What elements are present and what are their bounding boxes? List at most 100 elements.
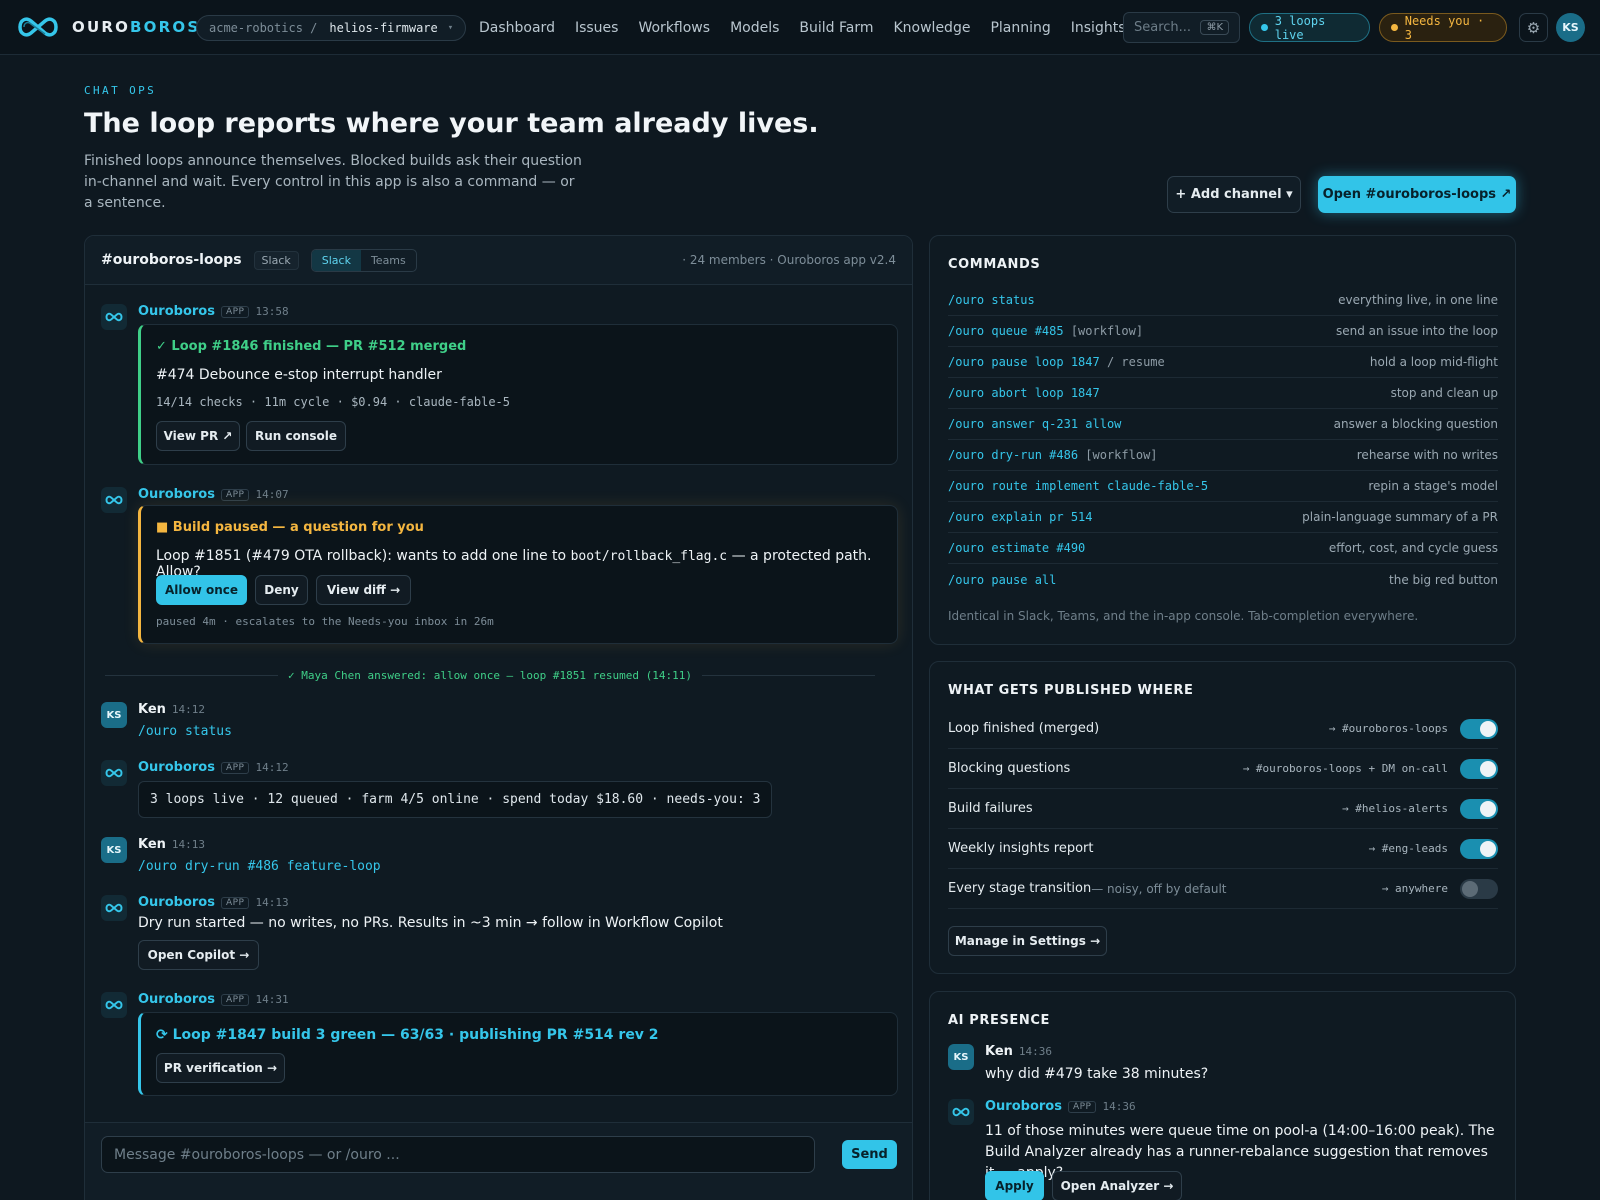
ouroboros-app-icon (101, 992, 127, 1018)
publish-toggle[interactable] (1460, 878, 1498, 899)
sender-name: Ouroboros (138, 760, 215, 775)
app-badge: APP (220, 896, 250, 909)
message-text: Dry run started — no writes, no PRs. Res… (138, 915, 723, 931)
command-description: send an issue into the loop (1335, 324, 1498, 338)
page-description: Finished loops announce themselves. Bloc… (84, 153, 582, 211)
message-input[interactable]: Message #ouroboros-loops — or /ouro ... (101, 1136, 815, 1173)
ouroboros-logo-icon (18, 17, 58, 37)
nav-insights[interactable]: Insights (1071, 20, 1126, 36)
card-title: ■ Build paused — a question for you (156, 520, 424, 535)
pr-verification-button[interactable]: PR verification → (156, 1053, 285, 1083)
command-name: /ouro dry-run #486 (948, 448, 1086, 462)
publish-row: Weekly insights report → #eng-leads (948, 829, 1498, 869)
command-description: the big red button (1389, 572, 1498, 587)
nav-issues[interactable]: Issues (575, 20, 619, 36)
nav-knowledge[interactable]: Knowledge (893, 20, 970, 36)
view-diff-button[interactable]: View diff → (316, 575, 411, 605)
repo-name: helios-firmware (329, 21, 438, 35)
command-text: /ouro pause loop 1847 / resume (948, 355, 1165, 369)
command-name: /ouro explain pr 514 (948, 510, 1093, 524)
command-row[interactable]: /ouro pause loop 1847 / resume hold a loo… (948, 347, 1498, 378)
command-row[interactable]: /ouro status everything live, in one line (948, 285, 1498, 316)
user-avatar[interactable]: KS (1556, 13, 1585, 42)
divider-line (105, 674, 279, 676)
command-row[interactable]: /ouro route implement claude-fable-5 repi… (948, 471, 1498, 502)
publish-panel: WHAT GETS PUBLISHED WHERE Loop finished … (929, 661, 1516, 974)
commands-panel: COMMANDS /ouro status everything live, in… (929, 235, 1516, 645)
publish-label: Blocking questions (948, 761, 1071, 776)
message-time: 14:36 (1102, 1100, 1136, 1113)
toggle-knob (1480, 760, 1496, 777)
command-row[interactable]: /ouro abort loop 1847 stop and clean up (948, 378, 1498, 409)
command-row[interactable]: /ouro dry-run #486 [workflow] rehearse wi… (948, 440, 1498, 471)
publish-toggle[interactable] (1460, 718, 1498, 739)
platform-toggle: Slack Teams (310, 248, 417, 272)
toggle-knob (1480, 720, 1496, 737)
publish-label: Weekly insights report (948, 841, 1094, 856)
card-stats: 14/14 checks · 11m cycle · $0.94 · claud… (156, 395, 511, 409)
command-row[interactable]: /ouro explain pr 514 plain-language summa… (948, 502, 1498, 533)
chat-message: Ouroboros APP 14:36 11 of those minutes … (948, 1099, 1498, 1200)
open-copilot-button[interactable]: Open Copilot → (138, 940, 259, 970)
panel-title: WHAT GETS PUBLISHED WHERE (948, 683, 1194, 698)
loops-live-pill[interactable]: 3 loops live (1249, 13, 1370, 42)
tab-slack[interactable]: Slack (311, 249, 361, 271)
open-analyzer-button[interactable]: Open Analyzer → (1052, 1171, 1182, 1200)
page-title: The loop reports where your team already… (84, 108, 819, 139)
publish-destination: → #ouroboros-loops (1328, 722, 1448, 735)
message-time: 13:58 (255, 305, 289, 318)
status-summary: 3 loops live · 12 queued · farm 4/5 onli… (138, 781, 773, 818)
run-console-button[interactable]: Run console (246, 421, 346, 451)
publish-row: Loop finished (merged) → #ouroboros-loops (948, 709, 1498, 749)
command-row[interactable]: /ouro answer q-231 allow answer a blockin… (948, 409, 1498, 440)
manage-settings-button[interactable]: Manage in Settings → (948, 926, 1107, 956)
send-button[interactable]: Send (842, 1140, 897, 1169)
command-row[interactable]: /ouro queue #485 [workflow] send an issue… (948, 316, 1498, 347)
main-nav: Dashboard Issues Workflows Models Build … (479, 0, 1126, 55)
tab-teams[interactable]: Teams (361, 250, 416, 271)
publish-toggle[interactable] (1460, 758, 1498, 779)
chevron-down-icon: ▾ (447, 23, 454, 33)
message-time: 14:31 (255, 993, 289, 1006)
message-composer: Message #ouroboros-loops — or /ouro ... … (85, 1122, 912, 1200)
command-row[interactable]: /ouro pause all the big red button (948, 564, 1498, 595)
publish-row: Build failures → #helios-alerts (948, 789, 1498, 829)
allow-once-button[interactable]: Allow once (156, 575, 247, 605)
channel-meta: · 24 members · Ouroboros app v2.4 (682, 253, 896, 267)
repo-org: acme-robotics / (209, 21, 318, 35)
loops-live-label: 3 loops live (1274, 13, 1326, 42)
sender-name: Ouroboros (985, 1099, 1062, 1114)
chat-message: Ouroboros APP 14:12 3 loops live · 12 qu… (101, 760, 898, 820)
nav-models[interactable]: Models (730, 20, 779, 36)
add-channel-button[interactable]: + Add channel ▾ (1167, 176, 1301, 213)
command-row[interactable]: /ouro estimate #490 effort, cost, and cyc… (948, 533, 1498, 564)
nav-planning[interactable]: Planning (990, 20, 1050, 36)
view-pr-button[interactable]: View PR ↗ (156, 421, 240, 451)
avatar: KS (101, 702, 127, 728)
nav-dashboard[interactable]: Dashboard (479, 20, 555, 36)
open-channel-button[interactable]: Open #ouroboros-loops ↗ (1318, 176, 1516, 213)
chat-message: KS Ken 14:36 why did #479 take 38 minute… (948, 1044, 1498, 1094)
nav-workflows[interactable]: Workflows (638, 20, 710, 36)
brand-logo[interactable]: OUROBOROS (14, 11, 200, 43)
chat-message: KS Ken 14:13 /ouro dry-run #486 feature-… (101, 837, 898, 882)
publish-toggle[interactable] (1460, 798, 1498, 819)
needs-you-pill[interactable]: Needs you · 3 (1379, 13, 1507, 42)
publish-label: Loop finished (merged) (948, 721, 1100, 736)
live-dot-icon (1261, 24, 1268, 31)
apply-button[interactable]: Apply (985, 1171, 1044, 1200)
needs-dot-icon (1391, 24, 1398, 31)
platform-tag: Slack (253, 250, 299, 270)
command-description: plain-language summary of a PR (1302, 510, 1498, 524)
loop-finished-card: ✓ Loop #1846 finished — PR #512 merged #… (138, 324, 898, 465)
publish-toggle[interactable] (1460, 838, 1498, 859)
command-text: /ouro status (948, 293, 1035, 307)
nav-build-farm[interactable]: Build Farm (799, 20, 873, 36)
repo-selector[interactable]: acme-robotics / helios-firmware ▾ (196, 15, 467, 41)
deny-button[interactable]: Deny (255, 575, 308, 605)
gear-icon[interactable]: ⚙ (1519, 13, 1548, 42)
sender-name: Ouroboros (138, 304, 215, 319)
command-description: hold a loop mid-flight (1369, 355, 1498, 369)
command-text: /ouro queue #485 [workflow] (948, 324, 1143, 338)
search-input[interactable]: Search... ⌘K (1123, 12, 1240, 43)
